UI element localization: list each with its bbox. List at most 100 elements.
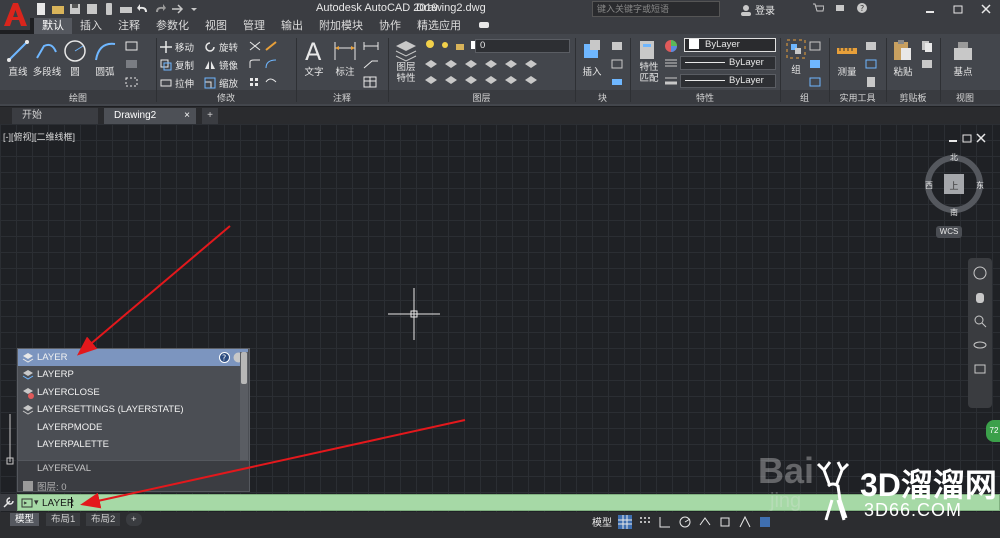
- layer-tool-icon[interactable]: [484, 74, 500, 86]
- viewcube-west[interactable]: 西: [922, 180, 936, 191]
- tab-insert[interactable]: 插入: [72, 18, 110, 34]
- autocomplete-item[interactable]: LAYERPALETTE: [18, 436, 240, 453]
- autocomplete-item-selected[interactable]: LAYER ?: [18, 349, 248, 366]
- fillet-icon[interactable]: [248, 58, 278, 70]
- sun-icon[interactable]: [439, 39, 451, 51]
- autocomplete-scroll-thumb[interactable]: [241, 352, 247, 384]
- viewcube-south[interactable]: 南: [947, 207, 961, 218]
- cut-icon[interactable]: [920, 58, 934, 70]
- copy-clip-icon[interactable]: [920, 40, 934, 52]
- doc-tab-drawing2[interactable]: Drawing2 ×: [104, 108, 196, 124]
- grid-icon[interactable]: [618, 514, 632, 529]
- autocomplete-item[interactable]: LAYERSETTINGS (LAYERSTATE): [18, 401, 240, 418]
- rectangle-icon[interactable]: [124, 40, 140, 52]
- add-layout-button[interactable]: +: [126, 513, 142, 526]
- layer-tool-icon[interactable]: [464, 58, 480, 70]
- tab-output[interactable]: 输出: [273, 18, 311, 34]
- tab-featured-apps[interactable]: 精选应用: [409, 18, 469, 34]
- layer-tool-icon[interactable]: [484, 58, 500, 70]
- cart-icon[interactable]: [812, 2, 824, 14]
- group-panel-title[interactable]: 组: [780, 91, 829, 104]
- create-block-icon[interactable]: [610, 40, 624, 52]
- layer-tool-icon[interactable]: [424, 74, 440, 86]
- layer-tool-icon[interactable]: [464, 74, 480, 86]
- unlock-icon[interactable]: [454, 39, 466, 51]
- polyline-button[interactable]: 多段线: [32, 38, 62, 78]
- share-icon[interactable]: [170, 2, 184, 16]
- layer-tool-icon[interactable]: [444, 74, 460, 86]
- tab-annotate[interactable]: 注释: [110, 18, 148, 34]
- move-button[interactable]: 移动: [160, 40, 194, 54]
- layers-panel-title[interactable]: 图层: [388, 91, 575, 104]
- group-select-icon[interactable]: [808, 76, 822, 88]
- base-view-button[interactable]: 基点: [948, 38, 978, 78]
- autocomplete-item[interactable]: LAYERPMODE: [18, 419, 240, 436]
- attribute-icon[interactable]: [610, 76, 624, 88]
- quick-select-icon[interactable]: [864, 40, 878, 52]
- paste-button[interactable]: 粘贴: [890, 38, 916, 78]
- orbit-icon[interactable]: [973, 338, 987, 352]
- circle-button[interactable]: 圆: [62, 38, 88, 78]
- close-icon[interactable]: [972, 0, 1000, 18]
- annotation-scale-icon[interactable]: [738, 515, 752, 529]
- help-icon[interactable]: ?: [856, 2, 868, 14]
- recent-commands-icon[interactable]: ▾: [34, 497, 39, 508]
- layer-tool-icon[interactable]: [424, 58, 440, 70]
- group-button[interactable]: 组: [784, 38, 808, 76]
- layout-tab-layout2[interactable]: 布局2: [86, 513, 121, 526]
- autocomplete-item[interactable]: LAYERCLOSE: [18, 384, 240, 401]
- leader-icon[interactable]: [362, 58, 382, 70]
- table-icon[interactable]: [362, 76, 382, 88]
- close-icon[interactable]: [976, 133, 986, 143]
- doc-tab-start[interactable]: 开始: [12, 108, 98, 124]
- web-mobile-icon[interactable]: [102, 2, 116, 16]
- model-space-toggle[interactable]: 模型: [592, 514, 612, 529]
- layer-tool-icon[interactable]: [524, 58, 540, 70]
- command-line-customize[interactable]: [0, 494, 17, 511]
- view-panel-title[interactable]: 视图: [940, 91, 990, 104]
- application-menu-button[interactable]: [0, 0, 30, 30]
- viewcube-east[interactable]: 东: [973, 180, 987, 191]
- pan-hand-icon[interactable]: [973, 290, 987, 304]
- search-input[interactable]: 键入关键字或短语: [592, 1, 720, 17]
- minimize-icon[interactable]: [948, 133, 958, 143]
- modify-panel-title[interactable]: 修改: [156, 91, 296, 104]
- insert-button[interactable]: 插入: [578, 38, 606, 78]
- layer-tool-icon[interactable]: [504, 74, 520, 86]
- properties-panel-title[interactable]: 特性: [630, 91, 780, 104]
- draw-panel-title[interactable]: 绘图: [0, 91, 156, 104]
- badge-counter[interactable]: 72: [986, 420, 1000, 442]
- layer-dropdown[interactable]: 0: [475, 39, 570, 53]
- match-properties-button[interactable]: 特性 匹配: [634, 38, 664, 84]
- minimize-icon[interactable]: [916, 0, 944, 18]
- chevron-down-icon[interactable]: [187, 2, 201, 16]
- dimension-button[interactable]: 标注: [330, 38, 360, 78]
- close-tab-icon[interactable]: ×: [184, 108, 190, 124]
- new-tab-button[interactable]: +: [202, 108, 218, 124]
- tab-manage[interactable]: 管理: [235, 18, 273, 34]
- annotation-panel-title[interactable]: 注释: [296, 91, 388, 104]
- viewport-controls-label[interactable]: [-][俯视][二维线框]: [3, 130, 75, 143]
- ribbon-options-icon[interactable]: [469, 18, 499, 34]
- exchange-icon[interactable]: [834, 2, 846, 14]
- rotate-button[interactable]: 旋转: [204, 40, 238, 54]
- layer-properties-button[interactable]: 图层 特性: [392, 38, 420, 84]
- new-file-icon[interactable]: [34, 2, 48, 16]
- object-snap-icon[interactable]: [718, 515, 732, 529]
- mirror-button[interactable]: 镜像: [204, 58, 238, 72]
- undo-icon[interactable]: [136, 2, 150, 16]
- workspace-icon[interactable]: [758, 515, 772, 529]
- hatch-icon[interactable]: [124, 58, 140, 70]
- linetype-dropdown[interactable]: ByLayer: [680, 56, 776, 70]
- linear-dim-icon[interactable]: [362, 40, 382, 52]
- layer-tool-icon[interactable]: [504, 58, 520, 70]
- viewcube[interactable]: 西 东 北 南 上: [922, 152, 987, 218]
- isodraft-icon[interactable]: [698, 515, 712, 529]
- group-edit-icon[interactable]: [808, 58, 822, 70]
- steering-wheel-icon[interactable]: [973, 266, 987, 280]
- ortho-icon[interactable]: [658, 515, 672, 529]
- clipboard-panel-title[interactable]: 剪贴板: [886, 91, 940, 104]
- lineweight-dropdown[interactable]: ByLayer: [680, 74, 776, 88]
- save-as-icon[interactable]: [85, 2, 99, 16]
- viewcube-north[interactable]: 北: [947, 152, 961, 163]
